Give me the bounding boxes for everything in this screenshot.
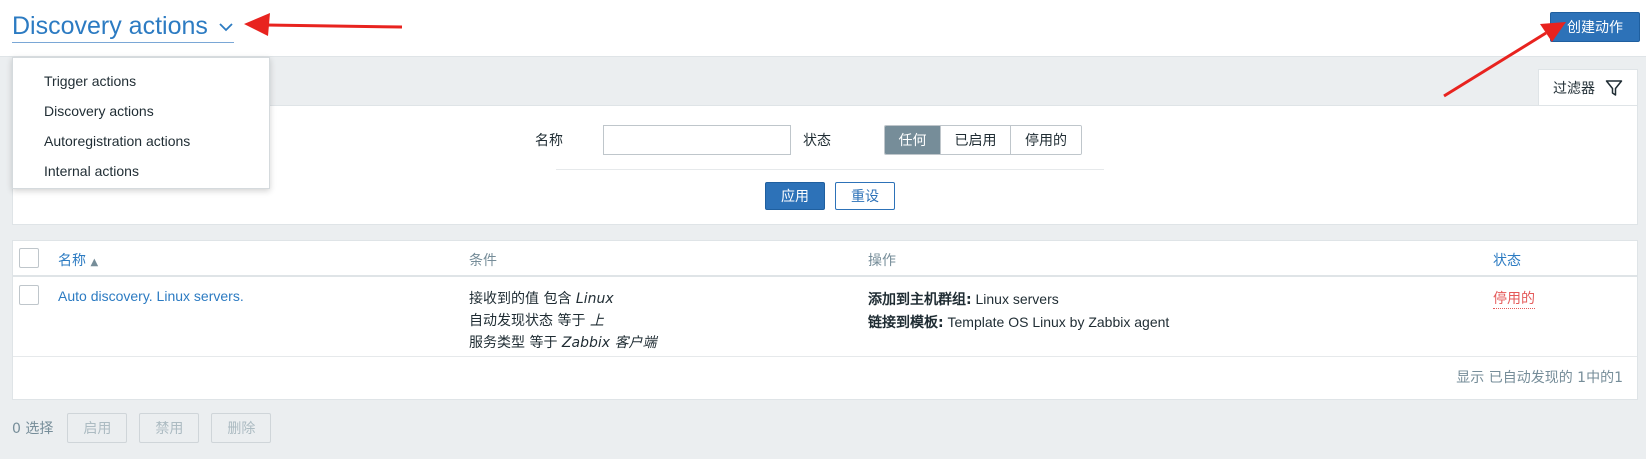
page-header: Discovery actions 创建动作 [0,0,1646,57]
operations-cell: 添加到主机群组: Linux servers 链接到模板: Template O… [868,288,1169,334]
condition-line: 自动发现状态 等于 上 [469,313,604,329]
condition-line: 服务类型 等于 Zabbix 客户端 [469,335,657,351]
status-option-enabled[interactable]: 已启用 [941,126,1011,154]
mass-action-bar: 0 选择 启用 禁用 删除 [12,413,283,443]
table-row: Auto discovery. Linux servers. 接收到的值 包含 … [13,277,1637,357]
filter-divider [556,169,1104,170]
column-header-operations: 操作 [868,253,896,269]
disable-button[interactable]: 禁用 [139,413,200,443]
filter-tab[interactable]: 过滤器 [1538,69,1638,105]
filter-tab-label: 过滤器 [1553,80,1595,97]
condition-line: 接收到的值 包含 Linux [469,291,614,307]
reset-button[interactable]: 重设 [835,182,895,210]
delete-button[interactable]: 删除 [211,413,272,443]
table-footer-count: 显示 已自动发现的 1中的1 [1456,370,1623,386]
filter-icon [1605,79,1623,96]
table-header: 名称 ▲ 条件 操作 状态 [13,241,1637,277]
page-title-text: Discovery actions [12,12,208,40]
name-filter-input[interactable] [603,125,791,155]
operation-line: 添加到主机群组: Linux servers [868,291,1059,308]
menu-item-autoregistration-actions[interactable]: Autoregistration actions [13,126,269,156]
selected-count: 0 选择 [12,421,54,437]
enable-button[interactable]: 启用 [67,413,128,443]
status-option-any[interactable]: 任何 [885,126,941,154]
menu-item-internal-actions[interactable]: Internal actions [13,156,269,186]
operation-line: 链接到模板: Template OS Linux by Zabbix agent [868,314,1170,331]
create-action-button[interactable]: 创建动作 [1550,12,1640,42]
column-header-name-label: 名称 [58,253,86,269]
status-toggle-link[interactable]: 停用的 [1493,288,1535,309]
name-filter-label: 名称 [535,133,563,149]
select-all-checkbox[interactable] [19,248,39,268]
apply-button[interactable]: 应用 [765,182,825,210]
page-title-dropdown[interactable]: Discovery actions [12,12,234,43]
action-name-link[interactable]: Auto discovery. Linux servers. [58,288,244,304]
actions-table: 名称 ▲ 条件 操作 状态 Auto discovery. Linux serv… [12,240,1638,400]
row-checkbox[interactable] [19,285,39,305]
menu-item-trigger-actions[interactable]: Trigger actions [13,66,269,96]
status-filter-label: 状态 [803,133,831,149]
conditions-cell: 接收到的值 包含 Linux 自动发现状态 等于 上 服务类型 等于 Zabbi… [469,288,656,354]
action-type-dropdown-menu: Trigger actions Discovery actions Autore… [12,57,270,189]
chevron-down-icon [219,22,233,31]
column-header-conditions: 条件 [469,253,497,269]
menu-item-discovery-actions[interactable]: Discovery actions [13,96,269,126]
column-header-name[interactable]: 名称 ▲ [58,250,98,270]
status-segmented-control: 任何 已启用 停用的 [884,125,1082,155]
sort-ascending-icon: ▲ [90,257,99,268]
status-option-disabled[interactable]: 停用的 [1011,126,1081,154]
column-header-status[interactable]: 状态 [1493,250,1521,270]
